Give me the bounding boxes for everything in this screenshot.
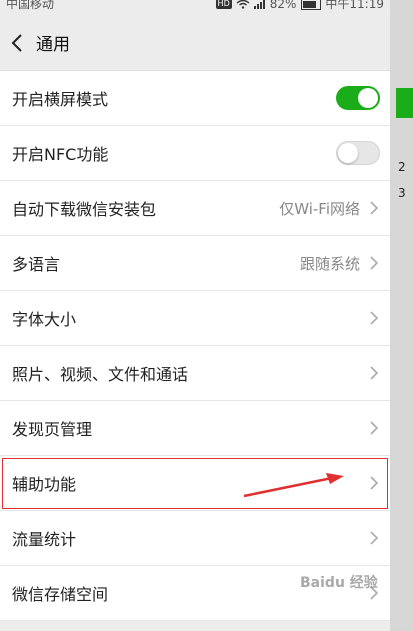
setting-value: 跟随系统: [299, 254, 360, 273]
setting-label: 照片、视频、文件和通话: [12, 365, 189, 384]
setting-label: 字体大小: [12, 310, 77, 329]
setting-landscape-mode[interactable]: 开启横屏模式: [0, 71, 390, 126]
setting-data-usage[interactable]: 流量统计: [0, 511, 390, 566]
chevron-right-icon: [370, 201, 379, 215]
chevron-right-icon: [370, 366, 379, 380]
setting-label: 开启横屏模式: [12, 90, 109, 109]
chevron-right-icon: [370, 256, 379, 270]
chevron-right-icon: [370, 476, 379, 490]
settings-screen: 中国移动 HD 82% 中午11:19 通用 开启横屏模式 开启NFC功能 自动…: [0, 0, 390, 631]
status-icons: HD 82% 中午11:19: [215, 0, 384, 11]
setting-label: 自动下载微信安装包: [12, 200, 157, 219]
chevron-right-icon: [370, 311, 379, 325]
bottom-edge: [0, 624, 390, 631]
nfc-toggle[interactable]: [336, 141, 380, 165]
setting-font-size[interactable]: 字体大小: [0, 291, 390, 346]
chevron-right-icon: [370, 531, 379, 545]
setting-label: 开启NFC功能: [12, 145, 109, 164]
setting-media[interactable]: 照片、视频、文件和通话: [0, 346, 390, 401]
background-text: 2: [398, 160, 406, 174]
watermark: Baidu 经验: [300, 575, 378, 591]
chevron-right-icon: [370, 421, 379, 435]
settings-list: 开启横屏模式 开启NFC功能 自动下载微信安装包 仅Wi-Fi网络 多语言 跟随…: [0, 71, 390, 621]
clock: 中午11:19: [325, 0, 384, 11]
setting-language[interactable]: 多语言 跟随系统: [0, 236, 390, 291]
background-app-sliver: 2 3: [390, 0, 413, 631]
setting-label: 多语言: [12, 255, 61, 274]
battery-percent: 82%: [269, 0, 297, 11]
toggle-knob: [338, 143, 358, 163]
setting-label: 发现页管理: [12, 420, 93, 439]
wifi-icon: [236, 0, 250, 9]
setting-value: 仅Wi-Fi网络: [279, 199, 360, 218]
carrier-name: 中国移动: [6, 0, 55, 11]
setting-label: 辅助功能: [12, 475, 77, 494]
setting-accessibility[interactable]: 辅助功能: [0, 456, 390, 511]
back-arrow-icon[interactable]: [2, 23, 32, 63]
status-bar: 中国移动 HD 82% 中午11:19: [0, 0, 390, 14]
setting-auto-download[interactable]: 自动下载微信安装包 仅Wi-Fi网络: [0, 181, 390, 236]
landscape-toggle[interactable]: [336, 86, 380, 110]
page-title: 通用: [36, 35, 70, 55]
hd-icon: HD: [215, 0, 232, 9]
setting-discover-management[interactable]: 发现页管理: [0, 401, 390, 456]
background-green-block: [396, 88, 413, 118]
background-text: 3: [398, 186, 406, 200]
setting-nfc[interactable]: 开启NFC功能: [0, 126, 390, 181]
toggle-knob: [358, 88, 378, 108]
nav-bar: 通用: [0, 15, 390, 71]
setting-label: 流量统计: [12, 530, 77, 549]
signal-icon: [253, 0, 265, 9]
battery-icon: [301, 0, 322, 10]
